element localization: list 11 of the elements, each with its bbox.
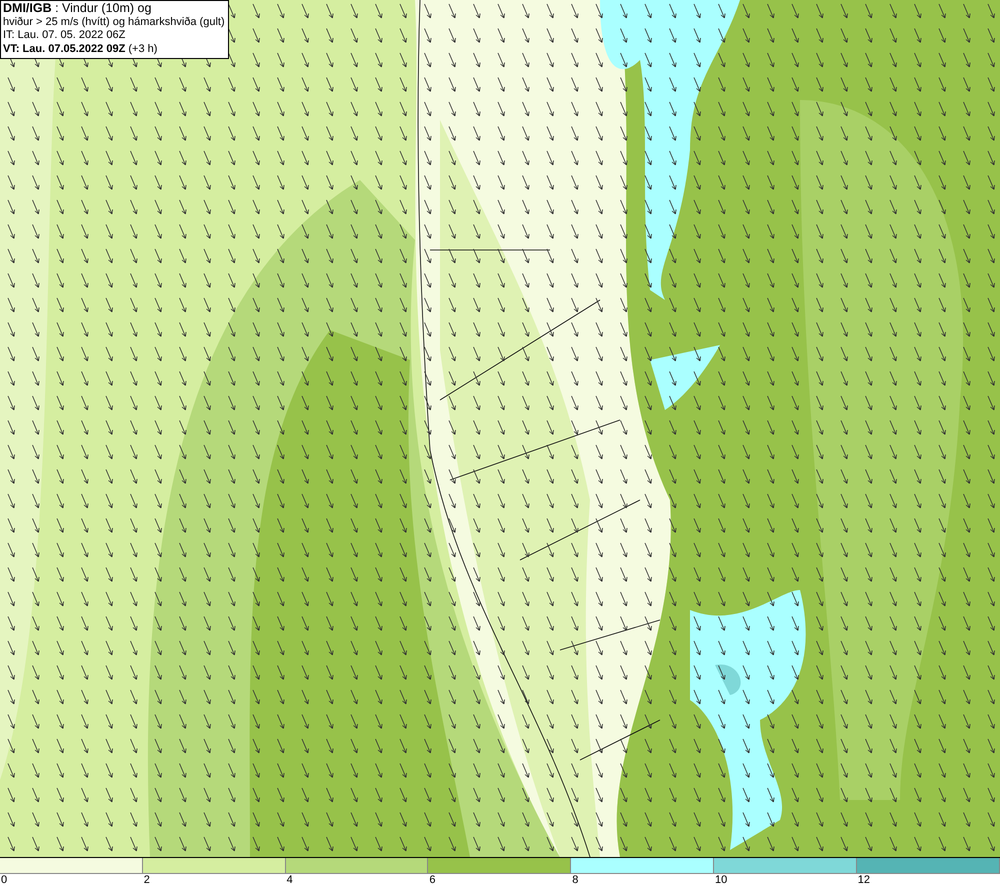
title-line: IT: Lau. 07. 05. 2022 06Z [3,29,126,42]
legend-tick-label: 8 [572,874,578,886]
legend-tick-label: 4 [286,874,293,886]
title-line: hviður > 25 m/s (hvítt) og hámarkshviða (gult) [3,16,225,29]
legend-tick-label: 12 [858,874,870,886]
legend-tick-label: 2 [144,874,150,886]
title-line: DMI/IGB : Vindur (10m) og [3,2,152,16]
legend-tick-label: 0 [1,874,8,886]
legend-tick-label: 10 [714,874,728,886]
title-line: VT: Lau. 07.05.2022 09Z (+3 h) [3,42,158,56]
legend-tick-label: 6 [429,874,436,886]
